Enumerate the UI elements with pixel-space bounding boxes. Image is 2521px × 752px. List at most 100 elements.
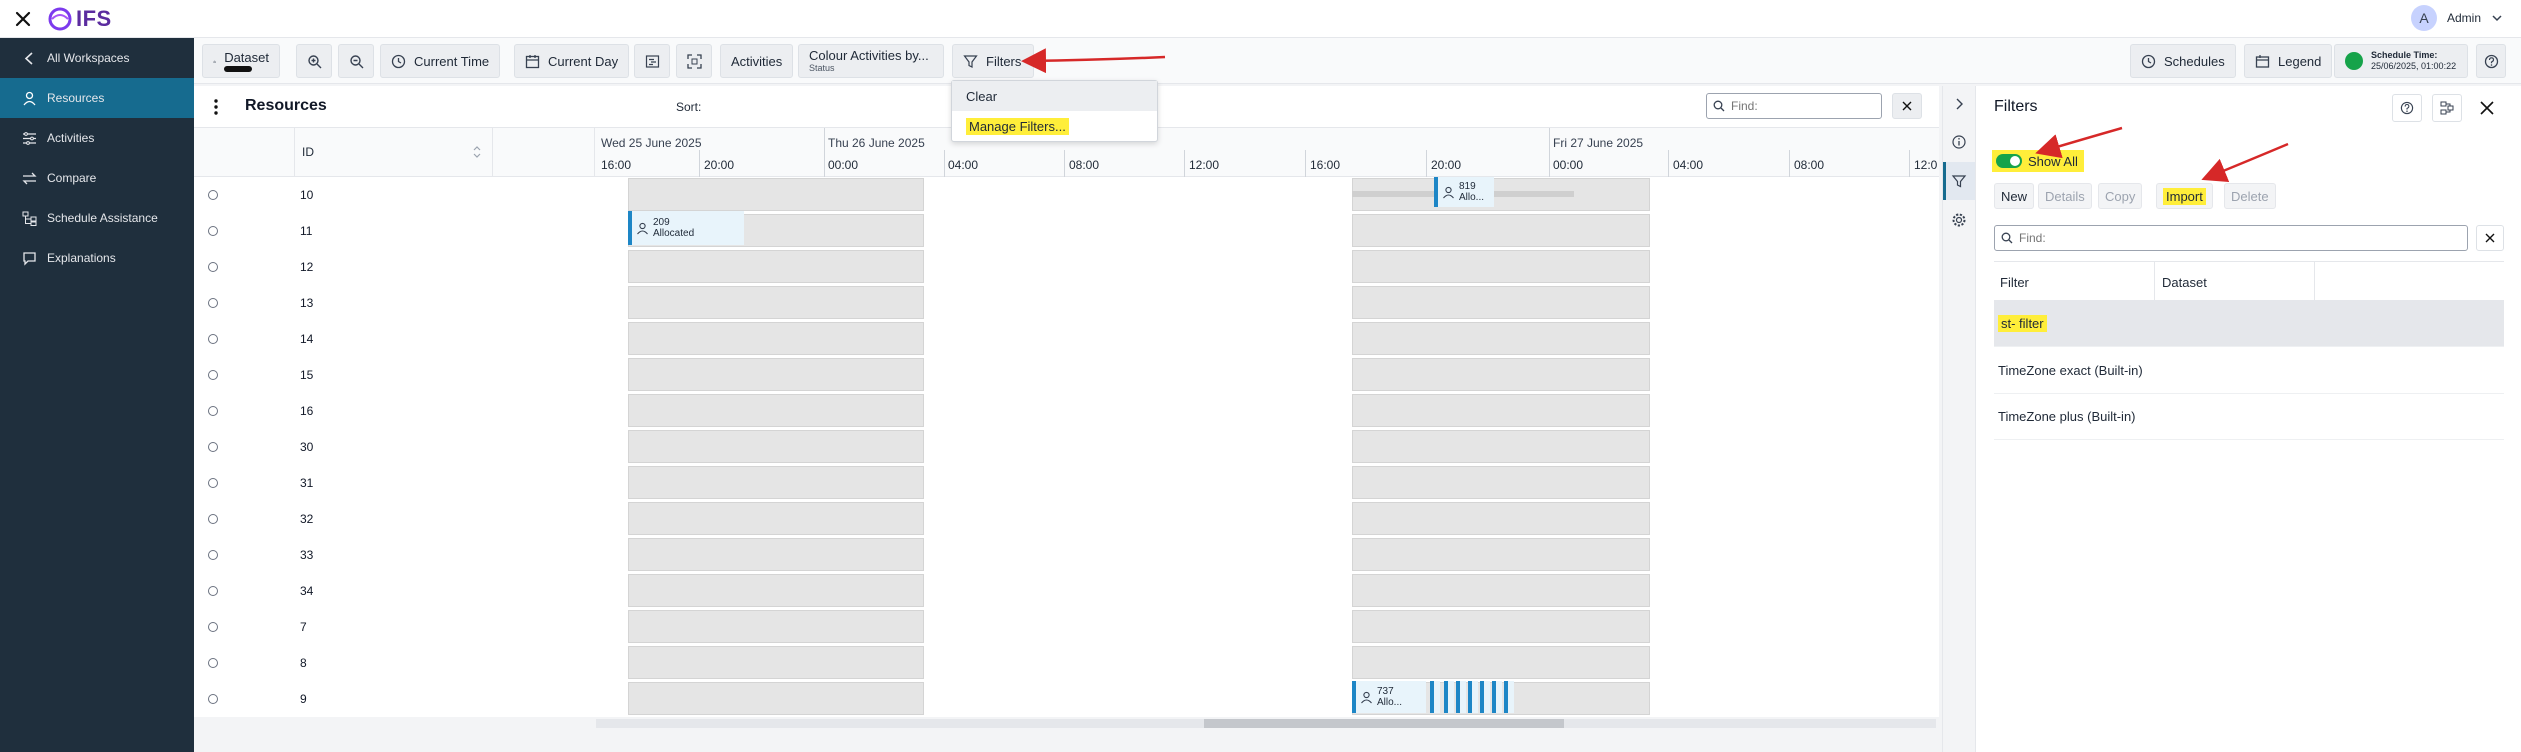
row-radio[interactable]	[208, 262, 218, 272]
activity-bar-compressed[interactable]	[1480, 681, 1490, 713]
row-radio[interactable]	[208, 226, 218, 236]
table-row[interactable]: 14	[194, 321, 594, 357]
activity-bar-compressed[interactable]	[1456, 681, 1466, 713]
gear-icon[interactable]	[1951, 212, 1967, 228]
scroll-thumb[interactable]	[1204, 719, 1564, 728]
panel-close-button[interactable]	[2472, 94, 2502, 122]
clear-label: Clear	[966, 88, 998, 104]
clear-filters-item[interactable]: Clear	[952, 81, 1157, 111]
colour-activities-button[interactable]: Colour Activities by... Status	[798, 44, 944, 78]
table-row[interactable]: 8	[194, 645, 594, 681]
table-row[interactable]: 12	[194, 249, 594, 285]
row-radio[interactable]	[208, 622, 218, 632]
id-column-header[interactable]: ID	[302, 145, 314, 159]
zoom-in-button[interactable]	[296, 44, 332, 78]
delete-button[interactable]: Delete	[2224, 183, 2276, 209]
table-row[interactable]: 31	[194, 465, 594, 501]
filters-button[interactable]: Filters	[952, 44, 1034, 78]
activity-bar-compressed[interactable]	[1468, 681, 1478, 713]
resources-find-input[interactable]	[1731, 99, 1871, 113]
activities-button[interactable]: Activities	[720, 44, 794, 78]
manage-filters-item[interactable]: Manage Filters...	[952, 111, 1157, 141]
activity-bar[interactable]: 737 Allo...	[1352, 681, 1426, 713]
new-filter-button[interactable]: New	[1994, 183, 2035, 209]
dataset-column-header[interactable]: Dataset	[2162, 275, 2207, 290]
activity-bar-compressed[interactable]	[1430, 681, 1440, 713]
sort-icon[interactable]	[472, 144, 482, 160]
ifs-logo: IFS	[48, 5, 112, 33]
row-radio[interactable]	[208, 658, 218, 668]
sidebar-item-activities[interactable]: Activities	[0, 118, 194, 158]
row-radio[interactable]	[208, 370, 218, 380]
sidebar-item-explanations[interactable]: Explanations	[0, 238, 194, 278]
clear-filter-find-button[interactable]	[2476, 225, 2504, 251]
filters-find[interactable]	[1994, 225, 2468, 251]
table-row[interactable]: 32	[194, 501, 594, 537]
filter-row[interactable]: st- filter	[1994, 301, 2504, 347]
row-radio[interactable]	[208, 514, 218, 524]
sidebar-item-resources[interactable]: Resources	[0, 78, 194, 118]
gantt-view-button[interactable]	[634, 44, 670, 78]
row-radio[interactable]	[208, 406, 218, 416]
table-row[interactable]: 16	[194, 393, 594, 429]
activity-bar[interactable]: 819 Allo...	[1434, 177, 1494, 207]
activity-bar-compressed[interactable]	[1492, 681, 1502, 713]
filter-column-header[interactable]: Filter	[2000, 275, 2029, 290]
copy-button[interactable]: Copy	[2098, 183, 2143, 209]
back-to-workspaces[interactable]: All Workspaces	[0, 38, 194, 78]
row-radio[interactable]	[208, 478, 218, 488]
close-icon[interactable]	[12, 8, 34, 30]
table-row[interactable]: 10	[194, 177, 594, 213]
table-row[interactable]: 7	[194, 609, 594, 645]
layout-icon	[2440, 101, 2454, 115]
panel-help-button[interactable]	[2392, 94, 2422, 122]
table-row[interactable]: 33	[194, 537, 594, 573]
sidebar-item-compare[interactable]: Compare	[0, 158, 194, 198]
import-button[interactable]: Import	[2156, 183, 2213, 209]
details-button[interactable]: Details	[2038, 183, 2092, 209]
row-radio[interactable]	[208, 694, 218, 704]
row-radio[interactable]	[208, 190, 218, 200]
collapse-panel-icon[interactable]	[1951, 96, 1967, 112]
table-row[interactable]: 34	[194, 573, 594, 609]
row-radio[interactable]	[208, 334, 218, 344]
table-row[interactable]: 9	[194, 681, 594, 717]
sidebar-item-label: Compare	[47, 171, 97, 185]
clear-find-button[interactable]	[1892, 93, 1922, 119]
current-day-button[interactable]: Current Day	[514, 44, 630, 78]
legend-button[interactable]: Legend	[2244, 44, 2333, 78]
row-id: 8	[300, 656, 307, 670]
schedules-button[interactable]: Schedules	[2130, 44, 2236, 78]
more-options-icon[interactable]	[206, 97, 226, 117]
sidebar-item-schedule-assistance[interactable]: Schedule Assistance	[0, 198, 194, 238]
row-radio[interactable]	[208, 298, 218, 308]
table-row[interactable]: 30	[194, 429, 594, 465]
info-icon[interactable]	[1951, 134, 1967, 150]
row-radio[interactable]	[208, 586, 218, 596]
zoom-out-button[interactable]	[338, 44, 374, 78]
funnel-icon[interactable]	[1951, 173, 1967, 189]
schedule-time-indicator[interactable]: Schedule Time: 25/06/2025, 01:00:22	[2334, 44, 2468, 78]
filter-row[interactable]: TimeZone plus (Built-in)	[1994, 394, 2504, 440]
activity-bar-compressed[interactable]	[1504, 681, 1514, 713]
user-menu[interactable]: A Admin	[2410, 5, 2503, 31]
timeline-scrollbar[interactable]	[194, 717, 1939, 730]
table-row[interactable]: 13	[194, 285, 594, 321]
resources-find[interactable]	[1706, 93, 1882, 119]
dataset-button[interactable]: Dataset	[202, 44, 280, 78]
filter-name: TimeZone exact (Built-in)	[1998, 363, 2143, 378]
row-radio[interactable]	[208, 550, 218, 560]
filter-row[interactable]: TimeZone exact (Built-in)	[1994, 348, 2504, 394]
activity-bar[interactable]: 209 Allocated	[628, 211, 744, 245]
show-all-toggle[interactable]: Show All	[1992, 150, 2084, 172]
fit-view-button[interactable]	[676, 44, 712, 78]
panel-layout-button[interactable]	[2432, 94, 2462, 122]
table-row[interactable]: 15	[194, 357, 594, 393]
table-row[interactable]: 11	[194, 213, 594, 249]
row-radio[interactable]	[208, 442, 218, 452]
help-button[interactable]	[2476, 44, 2506, 78]
toggle-switch[interactable]	[1996, 154, 2022, 168]
activity-bar-compressed[interactable]	[1444, 681, 1454, 713]
filters-find-input[interactable]	[2019, 231, 2459, 245]
current-time-button[interactable]: Current Time	[380, 44, 501, 78]
